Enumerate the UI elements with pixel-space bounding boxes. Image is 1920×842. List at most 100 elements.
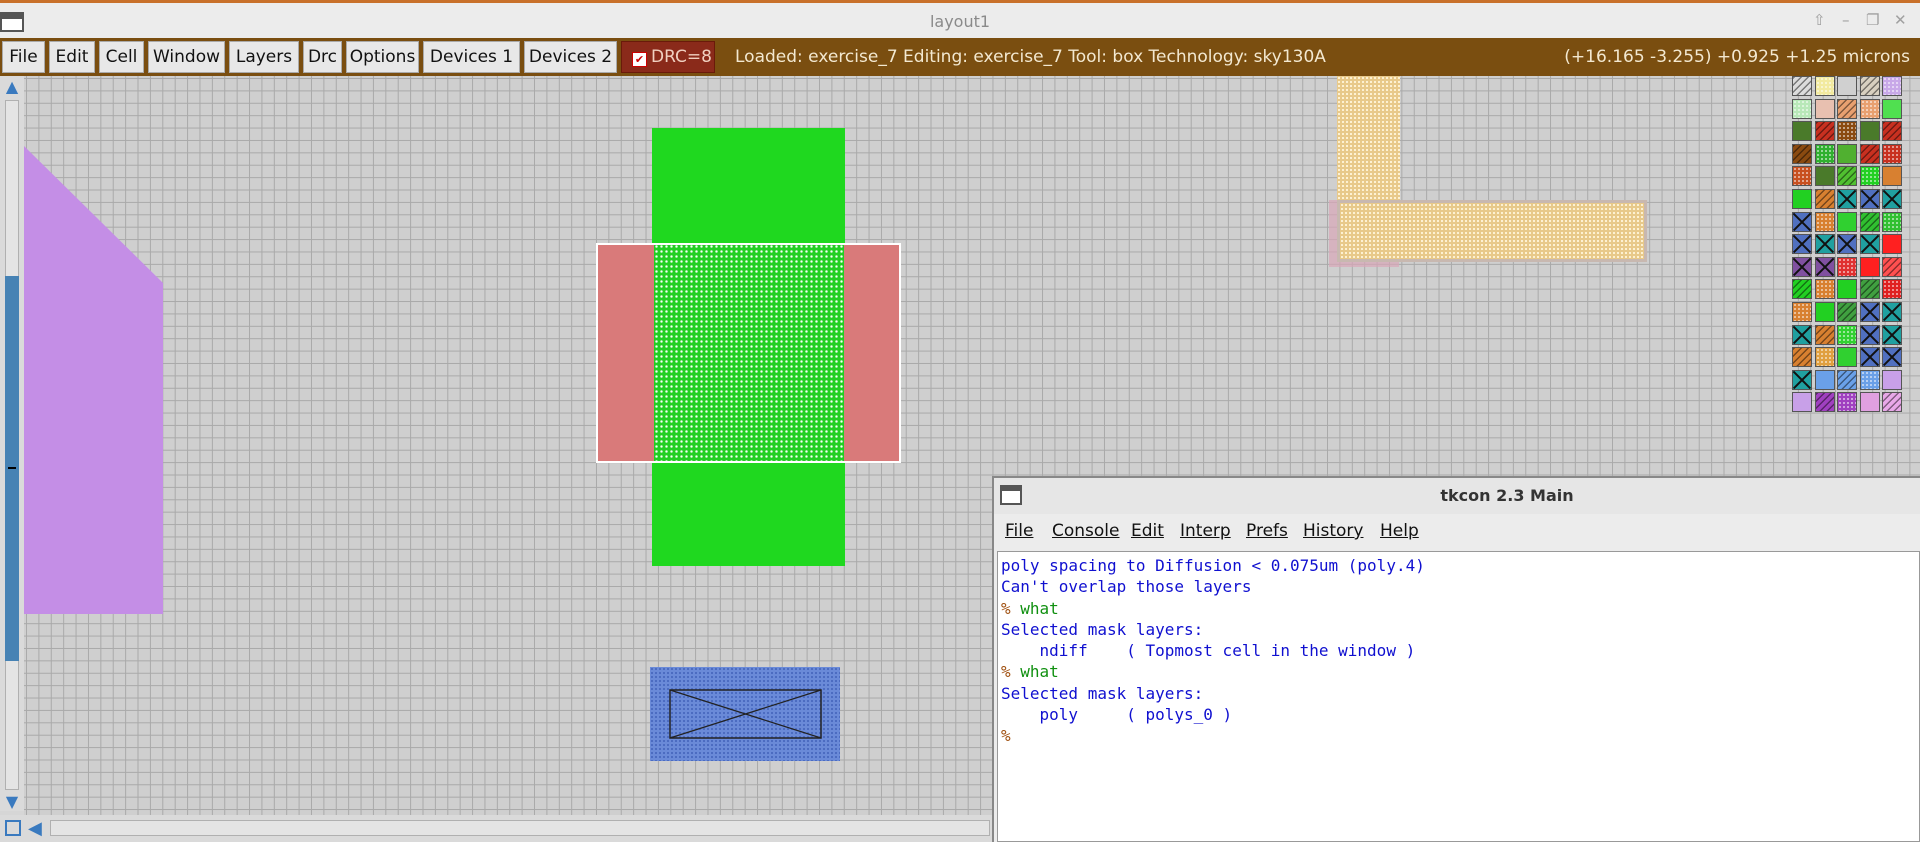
layer-swatch[interactable] xyxy=(1814,302,1835,322)
local-interconnect-shape[interactable] xyxy=(650,667,840,761)
layer-swatch[interactable] xyxy=(1859,302,1880,322)
layer-swatch[interactable] xyxy=(1837,324,1857,345)
layer-swatch[interactable] xyxy=(1792,143,1812,164)
layer-swatch[interactable] xyxy=(1792,234,1812,255)
tkcon-menu-console[interactable]: Console xyxy=(1052,521,1120,541)
layer-swatch[interactable] xyxy=(1882,234,1902,255)
layer-swatch[interactable] xyxy=(1837,392,1857,413)
drc-toggle[interactable]: ✔ DRC=8 xyxy=(621,41,715,73)
layer-swatch[interactable] xyxy=(1859,76,1880,96)
layer-palette[interactable] xyxy=(1780,76,1920,476)
layer-swatch[interactable] xyxy=(1859,98,1880,119)
layer-swatch[interactable] xyxy=(1814,392,1835,413)
menu-devices-2[interactable]: Devices 2 xyxy=(524,41,617,73)
menu-options[interactable]: Options xyxy=(346,41,419,73)
layer-swatch[interactable] xyxy=(1859,121,1880,142)
layer-swatch[interactable] xyxy=(1837,279,1857,300)
layer-swatch[interactable] xyxy=(1837,234,1857,255)
drc-checkbox[interactable]: ✔ xyxy=(632,52,647,67)
layer-swatch[interactable] xyxy=(1882,76,1902,96)
layer-swatch[interactable] xyxy=(1859,211,1880,232)
layer-swatch[interactable] xyxy=(1792,189,1812,209)
layer-swatch[interactable] xyxy=(1882,256,1902,277)
layer-swatch[interactable] xyxy=(1859,256,1880,277)
layer-swatch[interactable] xyxy=(1792,369,1812,390)
layer-swatch[interactable] xyxy=(1792,211,1812,232)
layer-swatch[interactable] xyxy=(1814,234,1835,255)
tkcon-console[interactable]: poly spacing to Diffusion < 0.075um (pol… xyxy=(997,551,1920,842)
tkcon-menu-edit[interactable]: Edit xyxy=(1131,521,1164,541)
layer-swatch[interactable] xyxy=(1882,324,1902,345)
selection-box[interactable] xyxy=(596,243,901,463)
layer-swatch[interactable] xyxy=(1882,369,1902,390)
menu-devices-1[interactable]: Devices 1 xyxy=(423,41,520,73)
layer-swatch[interactable] xyxy=(1859,166,1880,187)
layer-swatch[interactable] xyxy=(1882,392,1902,413)
layer-swatch[interactable] xyxy=(1859,234,1880,255)
horizontal-scroll-track[interactable] xyxy=(50,820,990,836)
metal-horizontal-shape[interactable] xyxy=(1337,200,1647,262)
horizontal-scrollbar[interactable]: ◀ xyxy=(0,815,992,842)
layer-swatch[interactable] xyxy=(1792,98,1812,119)
menu-cell[interactable]: Cell xyxy=(99,41,144,73)
vertical-scrollbar[interactable]: ▲ ▼ xyxy=(0,76,24,811)
maximize-icon[interactable]: ❐ xyxy=(1866,11,1879,29)
layer-swatch[interactable] xyxy=(1814,143,1835,164)
tkcon-menu-file[interactable]: File xyxy=(1005,521,1033,541)
layer-swatch[interactable] xyxy=(1814,256,1835,277)
layer-swatch[interactable] xyxy=(1814,166,1835,187)
layer-swatch[interactable] xyxy=(1837,121,1857,142)
layer-swatch[interactable] xyxy=(1882,98,1902,119)
layer-swatch[interactable] xyxy=(1792,347,1812,368)
tkcon-menu-prefs[interactable]: Prefs xyxy=(1246,521,1288,541)
layer-swatch[interactable] xyxy=(1792,302,1812,322)
layer-swatch[interactable] xyxy=(1814,324,1835,345)
raise-icon[interactable]: ⇧ xyxy=(1813,11,1826,29)
layer-swatch[interactable] xyxy=(1837,369,1857,390)
layer-swatch[interactable] xyxy=(1837,143,1857,164)
layer-swatch[interactable] xyxy=(1792,121,1812,142)
layer-swatch[interactable] xyxy=(1814,279,1835,300)
tkcon-menu-interp[interactable]: Interp xyxy=(1180,521,1231,541)
minimize-icon[interactable]: – xyxy=(1842,11,1850,29)
layer-swatch[interactable] xyxy=(1792,256,1812,277)
layer-swatch[interactable] xyxy=(1882,211,1902,232)
layer-swatch[interactable] xyxy=(1859,189,1880,209)
layer-swatch[interactable] xyxy=(1882,166,1902,187)
layer-swatch[interactable] xyxy=(1814,347,1835,368)
layer-swatch[interactable] xyxy=(1792,76,1812,96)
scroll-left-icon[interactable]: ◀ xyxy=(28,818,42,839)
layer-swatch[interactable] xyxy=(1837,189,1857,209)
layer-swatch[interactable] xyxy=(1814,98,1835,119)
layer-swatch[interactable] xyxy=(1882,189,1902,209)
layer-swatch[interactable] xyxy=(1837,211,1857,232)
scroll-down-icon[interactable]: ▼ xyxy=(4,794,20,810)
layer-swatch[interactable] xyxy=(1882,121,1902,142)
layer-swatch[interactable] xyxy=(1837,98,1857,119)
close-icon[interactable]: ✕ xyxy=(1894,11,1907,29)
layer-swatch[interactable] xyxy=(1814,211,1835,232)
menu-edit[interactable]: Edit xyxy=(49,41,95,73)
zoom-box-icon[interactable] xyxy=(5,820,21,836)
layer-swatch[interactable] xyxy=(1792,392,1812,413)
layer-swatch[interactable] xyxy=(1859,392,1880,413)
scroll-up-icon[interactable]: ▲ xyxy=(4,79,20,95)
layer-swatch[interactable] xyxy=(1837,76,1857,96)
layer-swatch[interactable] xyxy=(1859,324,1880,345)
layer-swatch[interactable] xyxy=(1859,369,1880,390)
layer-swatch[interactable] xyxy=(1882,279,1902,300)
menu-file[interactable]: File xyxy=(2,41,45,73)
tkcon-menu-help[interactable]: Help xyxy=(1380,521,1419,541)
layer-swatch[interactable] xyxy=(1837,166,1857,187)
layer-swatch[interactable] xyxy=(1859,279,1880,300)
layer-swatch[interactable] xyxy=(1859,347,1880,368)
layer-swatch[interactable] xyxy=(1792,166,1812,187)
layer-swatch[interactable] xyxy=(1882,347,1902,368)
layer-swatch[interactable] xyxy=(1792,279,1812,300)
layer-swatch[interactable] xyxy=(1882,143,1902,164)
layer-swatch[interactable] xyxy=(1837,302,1857,322)
layer-swatch[interactable] xyxy=(1814,121,1835,142)
nwell-shape[interactable] xyxy=(24,146,164,616)
menu-window[interactable]: Window xyxy=(148,41,225,73)
tkcon-menu-history[interactable]: History xyxy=(1303,521,1363,541)
